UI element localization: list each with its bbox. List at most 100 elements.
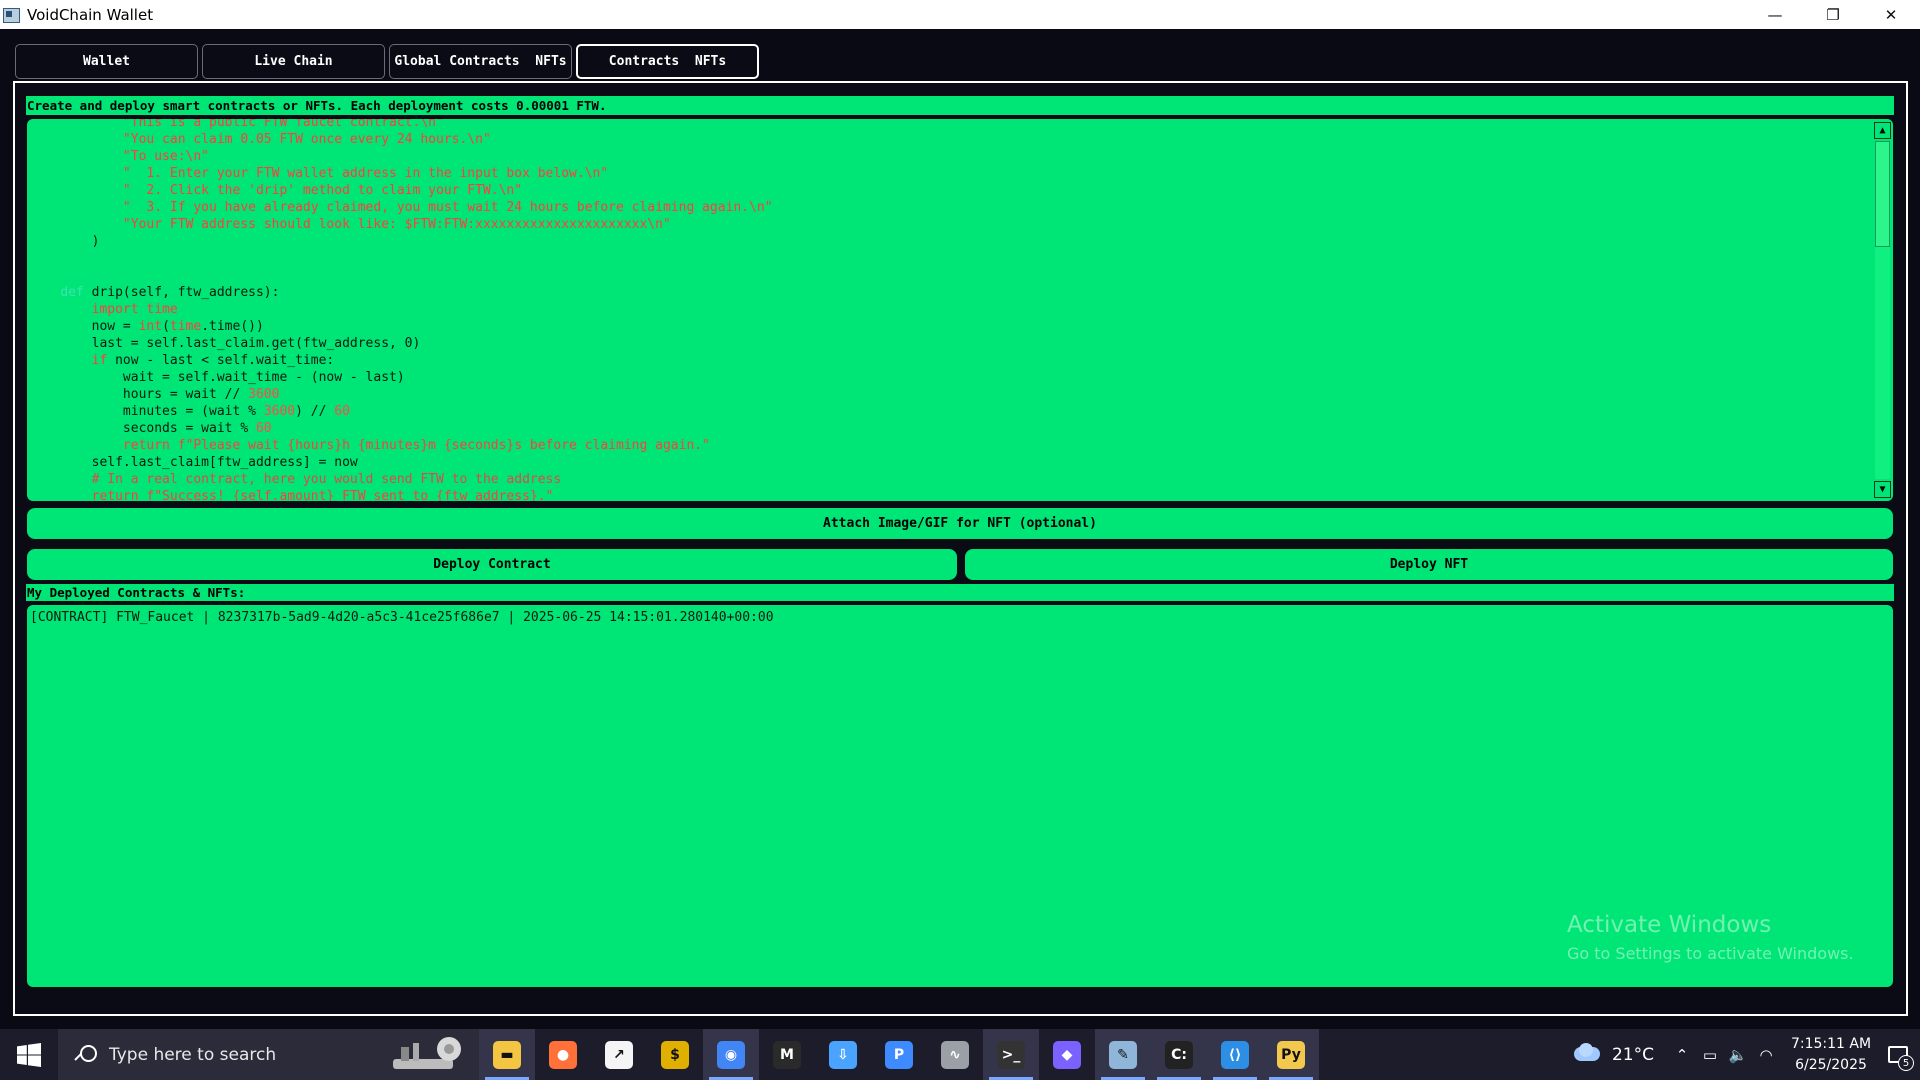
deployed-list[interactable]: [CONTRACT] FTW_Faucet | 8237317b-5ad9-4d… — [27, 605, 1893, 987]
taskbar-app-terminal[interactable]: >_ — [983, 1029, 1039, 1080]
watermark-subtitle: Go to Settings to activate Windows. — [1567, 944, 1854, 963]
taskbar-app-file-explorer[interactable]: ▬ — [479, 1029, 535, 1080]
coin-app-icon: $ — [661, 1040, 689, 1069]
code-line: self.last_claim[ftw_address] = now — [29, 455, 358, 470]
deployed-list-label: My Deployed Contracts & NFTs: — [26, 584, 1894, 601]
code-line: "This is a public FTW faucet contract.\n… — [29, 119, 444, 130]
scrollbar-track[interactable] — [1875, 141, 1890, 479]
code-line: seconds = wait % 60 — [29, 421, 272, 436]
app-body: Wallet Live Chain Global Contracts NFTs … — [0, 29, 1920, 1029]
list-item[interactable]: [CONTRACT] FTW_Faucet | 8237317b-5ad9-4d… — [30, 610, 774, 625]
code-line: def drip(self, ftw_address): — [60, 285, 280, 300]
taskbar-app-curve-app[interactable]: ∿ — [927, 1029, 983, 1080]
window-controls: — ❐ ✕ — [1746, 0, 1920, 29]
firefox-icon: ● — [549, 1040, 577, 1069]
notification-center-button[interactable]: 5 — [1876, 1029, 1920, 1080]
tab-wallet[interactable]: Wallet — [15, 44, 198, 79]
python-icon: Py — [1277, 1040, 1305, 1069]
taskbar-app-chrome[interactable]: ◉ — [703, 1029, 759, 1080]
windows-logo-icon — [17, 1042, 41, 1067]
search-placeholder: Type here to search — [109, 1044, 277, 1065]
taskbar: Type here to search ▬ ● ↗ $ ◉ M ⇩ P ∿ >_ ◆ ✎ C: ⟨⟩ Py … — [0, 1029, 1920, 1080]
chrome-icon: ◉ — [717, 1040, 745, 1069]
taskbar-app-vscode[interactable]: ⟨⟩ — [1207, 1029, 1263, 1080]
weather-cloud-icon — [1570, 1042, 1604, 1067]
code-line: " 2. Click the 'drip' method to claim yo… — [29, 183, 523, 198]
taskbar-app-coin-app[interactable]: $ — [647, 1029, 703, 1080]
scroll-down-arrow-icon[interactable]: ▼ — [1874, 481, 1891, 498]
tab-bar: Wallet Live Chain Global Contracts NFTs … — [15, 44, 759, 79]
app-window-icon — [3, 7, 20, 23]
code-line: wait = self.wait_time - (now - last) — [29, 370, 405, 385]
code-line: return f"Please wait {hours}h {minutes}m… — [29, 438, 710, 453]
code-line: " 3. If you have already claimed, you mu… — [29, 200, 773, 215]
temperature: 21°C — [1611, 1044, 1654, 1065]
start-button[interactable] — [0, 1029, 58, 1080]
terminal-icon: >_ — [997, 1040, 1025, 1069]
stocks-app-icon: ↗ — [605, 1040, 633, 1069]
attach-image-button[interactable]: Attach Image/GIF for NFT (optional) — [27, 508, 1893, 539]
search-highlight-icon — [393, 1037, 461, 1069]
clock-time: 7:15:11 AM — [1790, 1035, 1872, 1052]
taskbar-app-cmd[interactable]: C: — [1151, 1029, 1207, 1080]
code-line: "To use:\n" — [29, 149, 210, 164]
editor-scrollbar[interactable]: ▲ ▼ — [1872, 119, 1893, 501]
notification-count: 5 — [1898, 1055, 1914, 1071]
code-line: " 1. Enter your FTW wallet address in th… — [29, 166, 609, 181]
contract-code-editor[interactable]: "This is a public FTW faucet contract.\n… — [27, 119, 1893, 501]
system-tray: 21°C ⌃ ▭ 🔈 ◠ 7:15:11 AM 6/25/2025 5 — [1570, 1029, 1920, 1080]
tab-live-chain[interactable]: Live Chain — [202, 44, 385, 79]
deploy-contract-button[interactable]: Deploy Contract — [27, 549, 957, 580]
taskbar-apps: ▬ ● ↗ $ ◉ M ⇩ P ∿ >_ ◆ ✎ C: ⟨⟩ Py — [479, 1029, 1319, 1080]
wifi-icon[interactable]: ◠ — [1752, 1029, 1780, 1080]
vscode-icon: ⟨⟩ — [1221, 1040, 1249, 1069]
deploy-nft-button[interactable]: Deploy NFT — [965, 549, 1893, 580]
file-explorer-icon: ▬ — [493, 1040, 521, 1069]
taskbar-app-firefox[interactable]: ● — [535, 1029, 591, 1080]
code-line: last = self.last_claim.get(ftw_address, … — [29, 336, 421, 351]
battery-icon[interactable]: ▭ — [1696, 1029, 1724, 1080]
clock-date: 6/25/2025 — [1795, 1056, 1867, 1073]
code-line: import time — [29, 302, 178, 317]
code-text[interactable]: "This is a public FTW faucet contract.\n… — [27, 119, 1872, 501]
scrollbar-thumb[interactable] — [1875, 141, 1890, 247]
minimize-button[interactable]: — — [1746, 0, 1804, 29]
window-titlebar: VoidChain Wallet — ❐ ✕ — [0, 0, 1920, 29]
code-line: if now - last < self.wait_time: — [91, 353, 335, 368]
code-line: "Your FTW address should look like: $FTW… — [29, 217, 671, 232]
notepad-icon: ✎ — [1109, 1040, 1137, 1069]
tab-contracts-nfts[interactable]: Contracts NFTs — [576, 44, 759, 79]
p-app-icon: P — [885, 1040, 913, 1069]
taskbar-app-stocks-app[interactable]: ↗ — [591, 1029, 647, 1080]
taskbar-app-mm-app[interactable]: M — [759, 1029, 815, 1080]
taskbar-app-python[interactable]: Py — [1263, 1029, 1319, 1080]
scroll-up-arrow-icon[interactable]: ▲ — [1874, 122, 1891, 139]
close-button[interactable]: ✕ — [1862, 0, 1920, 29]
taskbar-app-p-app[interactable]: P — [871, 1029, 927, 1080]
taskbar-search-box[interactable]: Type here to search — [58, 1029, 479, 1080]
code-line: now = int(time.time()) — [29, 319, 264, 334]
taskbar-app-gem-app[interactable]: ◆ — [1039, 1029, 1095, 1080]
window-title: VoidChain Wallet — [27, 5, 154, 24]
code-line: ) — [29, 234, 100, 249]
deployment-info-label: Create and deploy smart contracts or NFT… — [26, 96, 1894, 115]
download-manager-icon: ⇩ — [829, 1040, 857, 1069]
code-line: return f"Success! {self.amount} FTW sent… — [29, 489, 554, 501]
clock[interactable]: 7:15:11 AM 6/25/2025 — [1786, 1034, 1876, 1076]
cmd-icon: C: — [1165, 1040, 1193, 1069]
curve-app-icon: ∿ — [941, 1040, 969, 1069]
taskbar-app-download-manager[interactable]: ⇩ — [815, 1029, 871, 1080]
weather-widget[interactable]: 21°C — [1570, 1042, 1654, 1067]
maximize-button[interactable]: ❐ — [1804, 0, 1862, 29]
chevron-up-icon[interactable]: ⌃ — [1668, 1029, 1696, 1080]
search-icon — [74, 1044, 97, 1066]
code-line: minutes = (wait % 3600) // 60 — [29, 404, 350, 419]
volume-icon[interactable]: 🔈 — [1724, 1029, 1752, 1080]
code-line: "You can claim 0.05 FTW once every 24 ho… — [29, 132, 491, 147]
gem-app-icon: ◆ — [1053, 1040, 1081, 1069]
taskbar-app-notepad[interactable]: ✎ — [1095, 1029, 1151, 1080]
activate-windows-watermark: Activate Windows Go to Settings to activ… — [1567, 912, 1854, 963]
tab-global-contracts-nfts[interactable]: Global Contracts NFTs — [389, 44, 572, 79]
